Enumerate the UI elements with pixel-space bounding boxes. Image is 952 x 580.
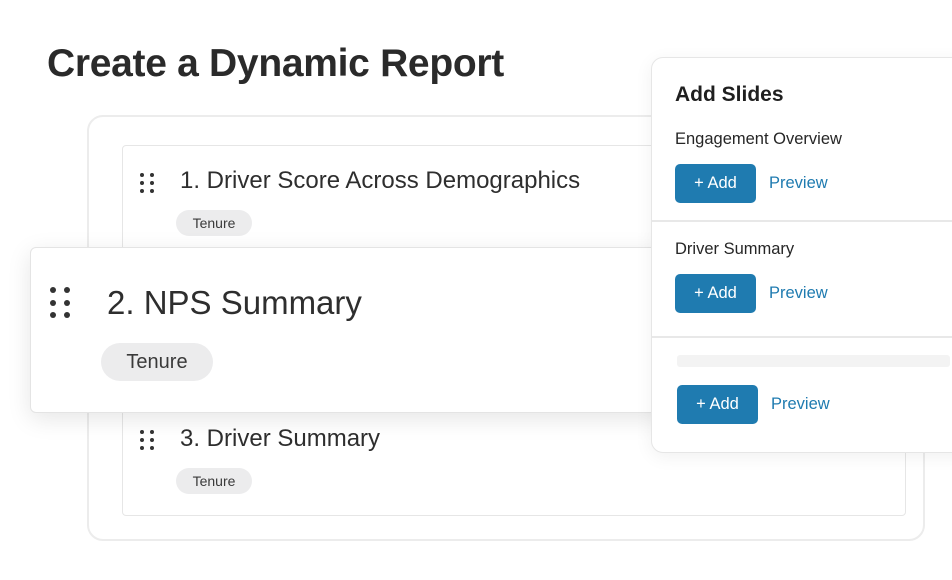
drag-handle-icon[interactable]: [50, 287, 70, 319]
report-builder: Create a Dynamic Report 1. Driver Score …: [0, 0, 952, 580]
panel-title: Add Slides: [675, 83, 784, 106]
drag-handle-icon[interactable]: [140, 173, 154, 193]
preview-link[interactable]: Preview: [771, 385, 830, 424]
preview-link[interactable]: Preview: [769, 164, 828, 203]
section-label: Driver Summary: [675, 240, 795, 258]
slide-title: 1. Driver Score Across Demographics: [180, 167, 581, 194]
add-button[interactable]: + Add: [675, 164, 756, 203]
page-title: Create a Dynamic Report: [47, 42, 504, 85]
slide-item-3[interactable]: 3. Driver Summary Tenure: [122, 412, 652, 512]
slide-item-2-dragging[interactable]: 2. NPS Summary Tenure: [30, 247, 670, 413]
tenure-tag: Tenure: [176, 210, 252, 236]
tenure-tag: Tenure: [101, 343, 213, 381]
tenure-tag: Tenure: [176, 468, 252, 494]
slide-item-1[interactable]: 1. Driver Score Across Demographics Tenu…: [122, 145, 652, 245]
drag-handle-icon[interactable]: [140, 430, 154, 450]
loading-skeleton: [677, 355, 950, 367]
add-slides-panel: Add Slides Engagement Overview + Add Pre…: [651, 57, 952, 453]
section-divider: [652, 220, 952, 222]
slide-title: 3. Driver Summary: [180, 425, 381, 452]
add-button[interactable]: + Add: [675, 274, 756, 313]
section-divider: [652, 336, 952, 338]
add-button[interactable]: + Add: [677, 385, 758, 424]
preview-link[interactable]: Preview: [769, 274, 828, 313]
section-label: Engagement Overview: [675, 130, 842, 148]
slide-title: 2. NPS Summary: [107, 284, 362, 321]
